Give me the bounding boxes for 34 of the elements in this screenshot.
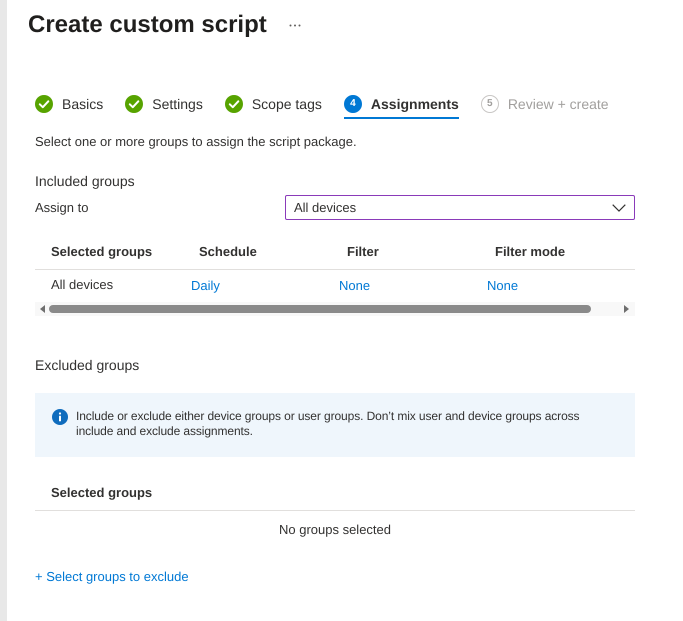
table-cell-text: All devices [50, 276, 114, 294]
more-icon[interactable] [288, 24, 301, 26]
check-icon [224, 95, 243, 113]
assign-to-dropdown[interactable]: All devices [285, 195, 635, 220]
intro-text: Select one or more groups to assign the script package. [35, 133, 358, 151]
page-title: Create custom script [28, 10, 267, 40]
chevron-down-icon [612, 204, 626, 212]
check-icon [35, 95, 53, 113]
cell-link[interactable]: Daily [191, 278, 220, 293]
caret-left-icon[interactable] [40, 305, 45, 313]
step-number-badge: 5 [480, 95, 499, 113]
caret-right-icon[interactable] [624, 305, 629, 313]
column-header: Schedule [198, 243, 258, 261]
field-label: Assign to [35, 198, 90, 216]
column-header: Selected groups [50, 243, 154, 261]
wizard-step-tab[interactable]: 4 Assignments [344, 91, 459, 119]
column-header: Filter [346, 243, 380, 261]
info-icon [52, 409, 68, 425]
wizard-step-tab[interactable]: Scope tags [224, 91, 322, 119]
empty-message: No groups selected [278, 521, 392, 539]
section-heading: Included groups [35, 172, 136, 191]
column-header: Selected groups [50, 484, 154, 502]
column-header: Filter mode [494, 243, 566, 261]
section-heading: Excluded groups [35, 356, 140, 375]
step-number-badge: 4 [344, 95, 362, 113]
cell-link[interactable]: None [339, 278, 370, 293]
cell-link[interactable]: None [487, 278, 518, 293]
wizard-step-tab[interactable]: Settings [125, 91, 203, 119]
wizard-step-tab[interactable]: Basics [35, 91, 104, 119]
check-icon [125, 95, 144, 113]
scrollbar-thumb[interactable] [49, 305, 591, 313]
info-text: Include or exclude either device groups or user groups. Don’t mix user and device groups across include and exclude assignments. [76, 409, 580, 439]
select-groups-link[interactable]: + Select groups to exclude [35, 568, 189, 586]
horizontal-scrollbar[interactable] [35, 302, 635, 316]
